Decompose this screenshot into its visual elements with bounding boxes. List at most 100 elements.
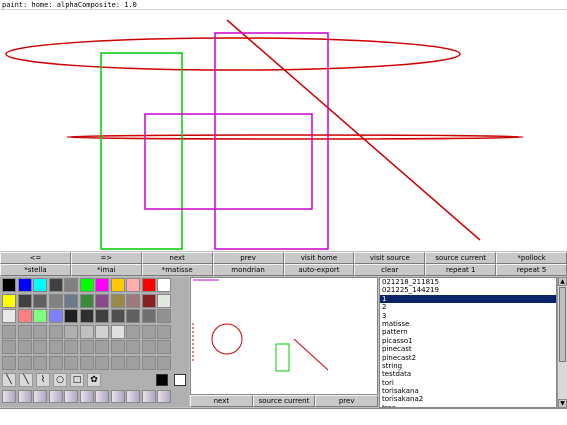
color-swatch[interactable] bbox=[157, 293, 171, 308]
color-swatch[interactable] bbox=[64, 324, 78, 339]
color-swatch[interactable] bbox=[126, 340, 140, 354]
scroll-thumb[interactable] bbox=[559, 287, 566, 362]
brush-swatch[interactable] bbox=[110, 390, 125, 403]
color-swatch[interactable] bbox=[79, 340, 94, 354]
drawing-canvas[interactable] bbox=[0, 10, 567, 251]
color-swatch[interactable] bbox=[2, 309, 16, 323]
color-swatch[interactable] bbox=[95, 278, 109, 292]
color-swatch[interactable] bbox=[141, 309, 156, 323]
visit-home-button[interactable]: visit home bbox=[283, 252, 355, 264]
list-item[interactable]: 021225_144219 bbox=[380, 286, 556, 294]
color-swatch[interactable] bbox=[17, 309, 32, 323]
color-swatch[interactable] bbox=[141, 278, 156, 292]
color-swatch[interactable] bbox=[141, 324, 156, 339]
color-swatch[interactable] bbox=[95, 309, 109, 323]
color-swatch[interactable] bbox=[64, 309, 78, 323]
next-button[interactable]: next bbox=[141, 252, 213, 264]
color-swatch[interactable] bbox=[33, 324, 47, 339]
color-swatch[interactable] bbox=[110, 278, 125, 292]
color-swatch[interactable] bbox=[126, 293, 140, 308]
list-item[interactable]: pinecast bbox=[380, 345, 556, 353]
color-swatch[interactable] bbox=[126, 278, 140, 292]
line-icon[interactable]: ╲ bbox=[19, 373, 33, 387]
color-swatch[interactable] bbox=[110, 293, 125, 308]
color-swatch[interactable] bbox=[33, 293, 47, 308]
color-swatch[interactable] bbox=[48, 324, 63, 339]
image-icon[interactable]: ✿ bbox=[87, 373, 101, 387]
pollock-button[interactable]: *pollock bbox=[496, 252, 567, 264]
rectangle-icon[interactable]: □ bbox=[70, 373, 84, 387]
color-swatch[interactable] bbox=[95, 340, 109, 354]
color-swatch[interactable] bbox=[2, 293, 16, 308]
forward-button[interactable]: => bbox=[70, 252, 142, 264]
background-color[interactable] bbox=[174, 374, 186, 386]
color-swatch[interactable] bbox=[79, 355, 94, 370]
brush-swatch[interactable] bbox=[157, 390, 171, 403]
color-swatch[interactable] bbox=[141, 293, 156, 308]
color-swatch[interactable] bbox=[17, 355, 32, 370]
brush-swatch[interactable] bbox=[33, 390, 47, 403]
color-swatch[interactable] bbox=[157, 278, 171, 292]
list-item[interactable]: pattern bbox=[380, 328, 556, 336]
visit-source-button[interactable]: visit source bbox=[354, 252, 426, 264]
color-swatch[interactable] bbox=[141, 340, 156, 354]
color-swatch[interactable] bbox=[64, 293, 78, 308]
list-item[interactable]: pinecast2 bbox=[380, 354, 556, 362]
clear-button[interactable]: clear bbox=[354, 264, 426, 276]
list-item[interactable]: picasso1 bbox=[380, 337, 556, 345]
color-swatch[interactable] bbox=[110, 355, 125, 370]
color-swatch[interactable] bbox=[157, 340, 171, 354]
color-swatch[interactable] bbox=[79, 324, 94, 339]
color-swatch[interactable] bbox=[110, 309, 125, 323]
color-swatch[interactable] bbox=[2, 324, 16, 339]
color-swatch[interactable] bbox=[157, 309, 171, 323]
color-swatch[interactable] bbox=[95, 293, 109, 308]
list-item[interactable]: 2 bbox=[380, 303, 556, 311]
color-swatch[interactable] bbox=[95, 355, 109, 370]
color-swatch[interactable] bbox=[79, 278, 94, 292]
prev-button[interactable]: prev bbox=[315, 395, 379, 407]
color-swatch[interactable] bbox=[48, 293, 63, 308]
ellipse-icon[interactable]: ○ bbox=[53, 373, 67, 387]
list-item[interactable]: 1 bbox=[380, 294, 556, 304]
curve-icon[interactable]: ⌇ bbox=[36, 373, 50, 387]
brush-swatch[interactable] bbox=[17, 390, 32, 403]
color-swatch[interactable] bbox=[141, 355, 156, 370]
mondrian-button[interactable]: mondrian bbox=[212, 264, 284, 276]
color-swatch[interactable] bbox=[33, 278, 47, 292]
brush-swatch[interactable] bbox=[126, 390, 140, 403]
color-swatch[interactable] bbox=[64, 355, 78, 370]
brush-swatch[interactable] bbox=[95, 390, 109, 403]
color-swatch[interactable] bbox=[79, 309, 94, 323]
brush-swatch[interactable] bbox=[2, 390, 16, 403]
stella-button[interactable]: *stella bbox=[0, 264, 71, 276]
list-item[interactable]: string bbox=[380, 362, 556, 370]
list-item[interactable]: torisakana2 bbox=[380, 395, 556, 403]
list-item[interactable]: 3 bbox=[380, 312, 556, 320]
prev-button[interactable]: prev bbox=[212, 252, 284, 264]
color-swatch[interactable] bbox=[110, 340, 125, 354]
list-item[interactable]: tori bbox=[380, 379, 556, 387]
color-swatch[interactable] bbox=[157, 324, 171, 339]
matisse-button[interactable]: *matisse bbox=[141, 264, 213, 276]
back-button[interactable]: <= bbox=[0, 252, 71, 264]
color-swatch[interactable] bbox=[157, 355, 171, 370]
color-swatch[interactable] bbox=[17, 340, 32, 354]
color-swatch[interactable] bbox=[2, 340, 16, 354]
file-list[interactable]: 021218_211815 021225_144219 1 2 3 matisse patt… bbox=[379, 277, 557, 408]
list-item[interactable]: matisse bbox=[380, 320, 556, 328]
color-swatch[interactable] bbox=[95, 324, 109, 339]
pen-icon[interactable]: ╲ bbox=[2, 373, 16, 387]
color-swatch[interactable] bbox=[33, 309, 47, 323]
color-swatch[interactable] bbox=[48, 309, 63, 323]
color-swatch[interactable] bbox=[33, 355, 47, 370]
imai-button[interactable]: *imai bbox=[70, 264, 142, 276]
list-item[interactable]: testdata bbox=[380, 370, 556, 378]
color-swatch[interactable] bbox=[2, 278, 16, 292]
foreground-color[interactable] bbox=[156, 374, 168, 386]
list-item[interactable]: 021218_211815 bbox=[380, 278, 556, 286]
auto-export-button[interactable]: auto-export bbox=[283, 264, 355, 276]
color-swatch[interactable] bbox=[64, 340, 78, 354]
color-swatch[interactable] bbox=[33, 340, 47, 354]
color-swatch[interactable] bbox=[126, 309, 140, 323]
